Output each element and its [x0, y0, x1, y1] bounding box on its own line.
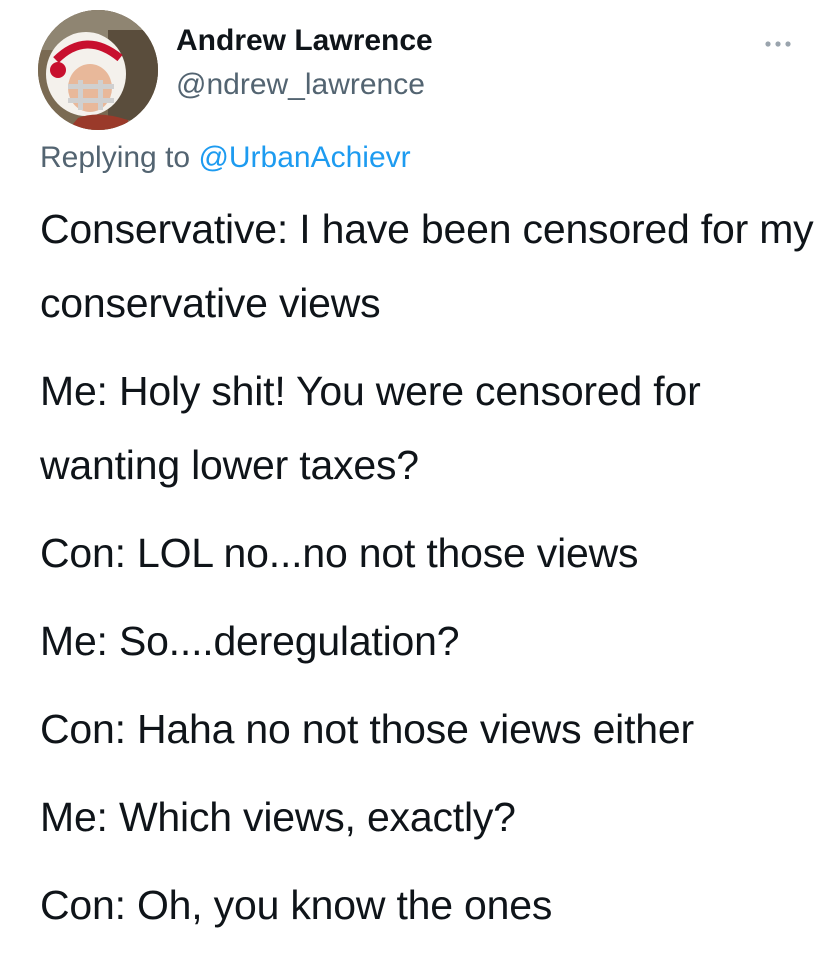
- more-options-icon[interactable]: [760, 34, 796, 54]
- tweet-paragraph: Conservative: I have been censored for m…: [40, 206, 814, 326]
- reply-mention-link[interactable]: @UrbanAchievr: [198, 141, 410, 174]
- tweet-paragraph: Con: Haha no not those views either: [40, 706, 694, 752]
- tweet-paragraph: Me: Which views, exactly?: [40, 794, 516, 840]
- tweet-paragraph: Con: Oh, you know the ones: [40, 882, 553, 928]
- tweet-paragraph: Me: Holy shit! You were censored for wan…: [40, 368, 701, 488]
- replying-to: Replying to @UrbanAchievr: [40, 141, 411, 175]
- avatar-image: [38, 10, 158, 130]
- tweet-paragraph: Con: LOL no...no not those views: [40, 530, 639, 576]
- tweet-paragraph: Me: So....deregulation?: [40, 618, 460, 664]
- author-handle[interactable]: @ndrew_lawrence: [176, 68, 425, 102]
- tweet-card: Andrew Lawrence @ndrew_lawrence Replying…: [0, 0, 834, 960]
- tweet-text: Conservative: I have been censored for m…: [40, 192, 820, 956]
- author-avatar[interactable]: [38, 10, 158, 130]
- replying-prefix: Replying to: [40, 141, 199, 174]
- author-name[interactable]: Andrew Lawrence: [176, 24, 433, 58]
